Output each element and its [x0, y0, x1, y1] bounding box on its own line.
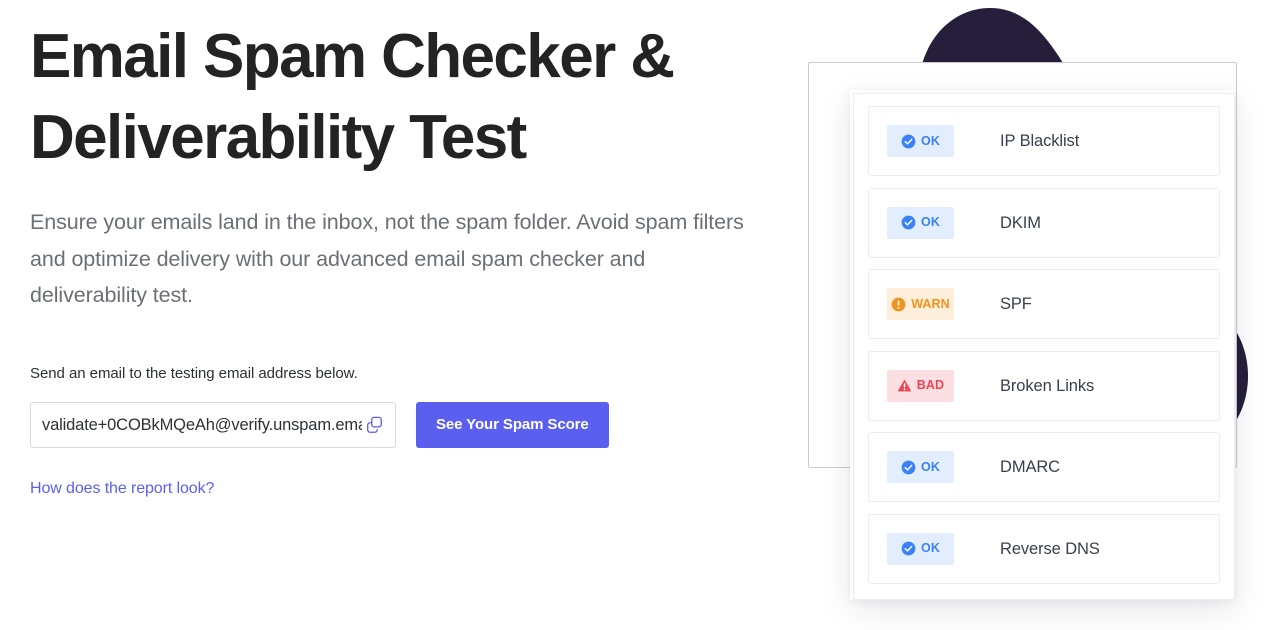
how-does-report-look-link[interactable]: How does the report look?: [30, 479, 214, 499]
check-name: IP Blacklist: [1000, 132, 1080, 150]
check-circle-icon: [901, 541, 916, 556]
email-form-row: validate+0COBkMQeAh@verify.unspam.email …: [30, 401, 790, 448]
status-label: OK: [921, 215, 940, 230]
testing-email-value: validate+0COBkMQeAh@verify.unspam.email: [42, 415, 375, 434]
table-row[interactable]: OK DKIM: [868, 187, 1220, 258]
check-circle-icon: [901, 134, 916, 148]
check-name: SPF: [1000, 295, 1032, 313]
status-badge: OK: [887, 532, 954, 565]
status-badge: BAD: [887, 369, 954, 402]
status-badge: OK: [887, 206, 954, 239]
hero-subtitle: Ensure your emails land in the inbox, no…: [30, 210, 744, 307]
see-spam-score-button[interactable]: See Your Spam Score: [416, 401, 609, 448]
check-name: Reverse DNS: [1000, 539, 1100, 558]
check-circle-icon: [901, 460, 916, 474]
table-row[interactable]: OK Reverse DNS: [868, 513, 1220, 584]
status-label: OK: [921, 133, 940, 148]
hero-section: Email Spam Checker & Deliverability Test…: [30, 0, 790, 630]
check-name: DKIM: [1000, 213, 1041, 232]
check-name: DMARC: [1000, 458, 1060, 476]
report-illustration: OK IP Blacklist OK DKIM WARN SPF BAD Bro…: [790, 0, 1280, 630]
check-circle-icon: [901, 215, 916, 230]
table-row[interactable]: OK DMARC: [868, 432, 1220, 502]
warning-triangle-icon: [897, 379, 912, 392]
exclamation-circle-icon: [891, 297, 906, 311]
copy-icon[interactable]: [362, 412, 386, 437]
status-label: OK: [921, 541, 940, 556]
table-row[interactable]: WARN SPF: [868, 269, 1220, 339]
report-panel: OK IP Blacklist OK DKIM WARN SPF BAD Bro…: [853, 93, 1235, 600]
page-root: Email Spam Checker & Deliverability Test…: [0, 0, 1280, 630]
status-badge: WARN: [887, 288, 954, 320]
status-badge: OK: [887, 451, 954, 483]
table-row[interactable]: BAD Broken Links: [868, 350, 1220, 421]
testing-email-field[interactable]: validate+0COBkMQeAh@verify.unspam.email: [30, 401, 396, 448]
check-name: Broken Links: [1000, 376, 1095, 395]
status-badge: OK: [887, 125, 954, 157]
table-row[interactable]: OK IP Blacklist: [868, 106, 1220, 176]
status-label: BAD: [916, 378, 945, 393]
page-title: Email Spam Checker & Deliverability Test: [30, 22, 675, 172]
status-label: WARN: [911, 296, 950, 311]
status-label: OK: [921, 459, 940, 474]
hero-instruction: Send an email to the testing email addre…: [30, 364, 358, 382]
